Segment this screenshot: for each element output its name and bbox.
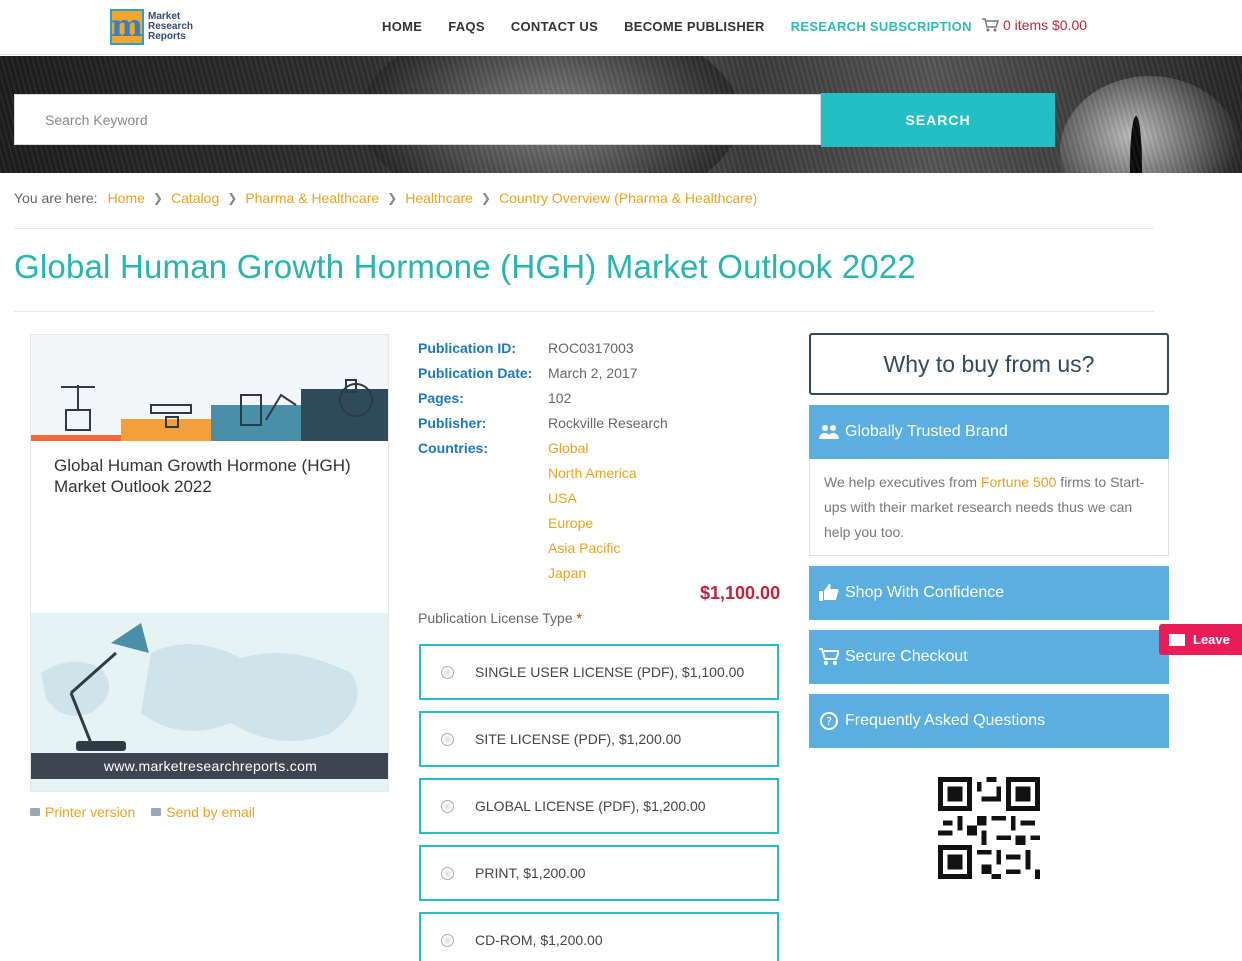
nav-research-subscription[interactable]: RESEARCH SUBSCRIPTION bbox=[791, 19, 972, 34]
radio-button[interactable] bbox=[441, 665, 454, 679]
envelope-icon bbox=[1169, 633, 1185, 646]
leave-message-label: Leave bbox=[1193, 632, 1230, 647]
breadcrumb-catalog[interactable]: Catalog bbox=[171, 190, 219, 206]
cart-icon bbox=[819, 648, 839, 665]
search-input[interactable]: Search Keyword bbox=[14, 94, 821, 145]
license-option-label: GLOBAL LICENSE (PDF), $1,200.00 bbox=[475, 798, 706, 814]
license-option-print[interactable]: PRINT, $1,200.00 bbox=[419, 845, 779, 901]
license-option-cd-rom[interactable]: CD-ROM, $1,200.00 bbox=[419, 912, 779, 961]
chevron-right-icon: ❯ bbox=[387, 191, 398, 205]
chevron-right-icon: ❯ bbox=[152, 191, 163, 205]
cover-title: Global Human Growth Hormone (HGH) Market… bbox=[54, 456, 351, 496]
breadcrumb: You are here: Home ❯ Catalog ❯ Pharma & … bbox=[14, 190, 757, 206]
radio-button[interactable] bbox=[441, 933, 454, 947]
secure-checkout-panel[interactable]: Secure Checkout bbox=[809, 630, 1169, 684]
printer-icon bbox=[30, 808, 40, 816]
license-option-global[interactable]: GLOBAL LICENSE (PDF), $1,200.00 bbox=[419, 778, 779, 834]
radio-button[interactable] bbox=[441, 866, 454, 880]
divider bbox=[14, 311, 1154, 312]
pages-value: 102 bbox=[548, 389, 572, 406]
license-option-label: PRINT, $1,200.00 bbox=[475, 865, 586, 881]
leave-message-tab[interactable]: Leave bbox=[1159, 624, 1242, 655]
thumbs-up-icon bbox=[819, 584, 839, 601]
chevron-right-icon: ❯ bbox=[227, 191, 238, 205]
logo-text: Market Research Reports bbox=[148, 11, 194, 42]
page-title: Global Human Growth Hormone (HGH) Market… bbox=[14, 248, 916, 285]
main-nav: HOME FAQS CONTACT US BECOME PUBLISHER RE… bbox=[382, 19, 998, 34]
publisher-label: Publisher: bbox=[418, 414, 487, 431]
nav-become-publisher[interactable]: BECOME PUBLISHER bbox=[624, 19, 765, 34]
faq-panel[interactable]: ? Frequently Asked Questions bbox=[809, 694, 1169, 748]
publication-date-value: March 2, 2017 bbox=[548, 364, 638, 381]
divider bbox=[14, 228, 1154, 229]
countries-label: Countries: bbox=[418, 439, 488, 456]
globally-trusted-brand-panel[interactable]: Globally Trusted Brand bbox=[809, 405, 1169, 459]
required-mark: * bbox=[576, 610, 582, 626]
report-cover-image: Global Human Growth Hormone (HGH) Market… bbox=[30, 334, 389, 792]
site-logo[interactable]: m Market Research Reports bbox=[110, 8, 195, 46]
shop-with-confidence-label: Shop With Confidence bbox=[845, 584, 1005, 601]
cover-factory-icons bbox=[61, 379, 373, 431]
chevron-right-icon: ❯ bbox=[480, 191, 491, 205]
trusted-brand-description: We help executives from Fortune 500 firm… bbox=[809, 460, 1169, 556]
trusted-text-pre: We help executives from bbox=[824, 474, 981, 490]
publication-details: Publication ID: ROC0317003 Publication Da… bbox=[418, 335, 668, 585]
printer-version-link[interactable]: Printer version bbox=[30, 804, 135, 820]
license-type-text: Publication License Type bbox=[418, 610, 573, 626]
price: $1,100.00 bbox=[700, 583, 781, 603]
nav-contact-us[interactable]: CONTACT US bbox=[511, 19, 598, 34]
publisher-value: Rockville Research bbox=[548, 414, 668, 431]
country-link-global[interactable]: Global bbox=[548, 440, 588, 456]
send-by-email-label: Send by email bbox=[166, 804, 255, 820]
why-buy-heading: Why to buy from us? bbox=[809, 333, 1169, 395]
cart-summary: 0 items $0.00 bbox=[1003, 17, 1088, 33]
license-option-single-user[interactable]: SINGLE USER LICENSE (PDF), $1,100.00 bbox=[419, 644, 779, 700]
license-type-label: Publication License Type * bbox=[418, 610, 582, 626]
country-link-north-america[interactable]: North America bbox=[548, 465, 637, 481]
breadcrumb-pharma[interactable]: Pharma & Healthcare bbox=[245, 190, 379, 206]
users-icon bbox=[819, 425, 839, 439]
printer-version-label: Printer version bbox=[45, 804, 136, 820]
license-option-label: SITE LICENSE (PDF), $1,200.00 bbox=[475, 731, 682, 747]
breadcrumb-home[interactable]: Home bbox=[108, 190, 145, 206]
nav-faqs[interactable]: FAQS bbox=[448, 19, 485, 34]
pages-label: Pages: bbox=[418, 389, 464, 406]
license-option-label: SINGLE USER LICENSE (PDF), $1,100.00 bbox=[475, 664, 745, 680]
faq-label: Frequently Asked Questions bbox=[845, 712, 1046, 729]
fortune-500-link[interactable]: Fortune 500 bbox=[981, 474, 1057, 490]
cover-url-band: www.marketresearchreports.com bbox=[31, 753, 388, 779]
country-link-usa[interactable]: USA bbox=[548, 490, 577, 506]
breadcrumb-healthcare[interactable]: Healthcare bbox=[405, 190, 473, 206]
breadcrumb-label: You are here: bbox=[14, 190, 98, 206]
publication-id-label: Publication ID: bbox=[418, 339, 516, 356]
radio-button[interactable] bbox=[441, 799, 454, 813]
secure-checkout-label: Secure Checkout bbox=[845, 648, 968, 665]
search-button[interactable]: SEARCH bbox=[821, 93, 1055, 147]
license-option-site[interactable]: SITE LICENSE (PDF), $1,200.00 bbox=[419, 711, 779, 767]
country-link-europe[interactable]: Europe bbox=[548, 515, 593, 531]
nav-home[interactable]: HOME bbox=[382, 19, 422, 34]
question-circle-icon: ? bbox=[820, 712, 838, 730]
report-actions: Printer version Send by email bbox=[30, 804, 255, 820]
send-by-email-link[interactable]: Send by email bbox=[151, 804, 255, 820]
top-header: m Market Research Reports HOME FAQS CONT… bbox=[0, 0, 1242, 55]
qr-code bbox=[938, 777, 1040, 879]
publication-date-label: Publication Date: bbox=[418, 364, 533, 381]
country-link-asia-pacific[interactable]: Asia Pacific bbox=[548, 540, 620, 556]
license-option-label: CD-ROM, $1,200.00 bbox=[475, 932, 603, 948]
breadcrumb-country-overview[interactable]: Country Overview (Pharma & Healthcare) bbox=[499, 190, 757, 206]
email-icon bbox=[151, 808, 162, 816]
svg-text:?: ? bbox=[826, 715, 832, 728]
globally-trusted-brand-label: Globally Trusted Brand bbox=[845, 423, 1008, 440]
logo-m-icon: m bbox=[110, 9, 144, 45]
radio-button[interactable] bbox=[441, 732, 454, 746]
publication-id-value: ROC0317003 bbox=[548, 339, 634, 356]
cart-icon bbox=[982, 18, 999, 32]
cover-illustration bbox=[31, 335, 388, 441]
country-link-japan[interactable]: Japan bbox=[548, 565, 586, 581]
shop-with-confidence-panel[interactable]: Shop With Confidence bbox=[809, 566, 1169, 620]
cart-link[interactable]: 0 items $0.00 bbox=[981, 17, 1087, 33]
